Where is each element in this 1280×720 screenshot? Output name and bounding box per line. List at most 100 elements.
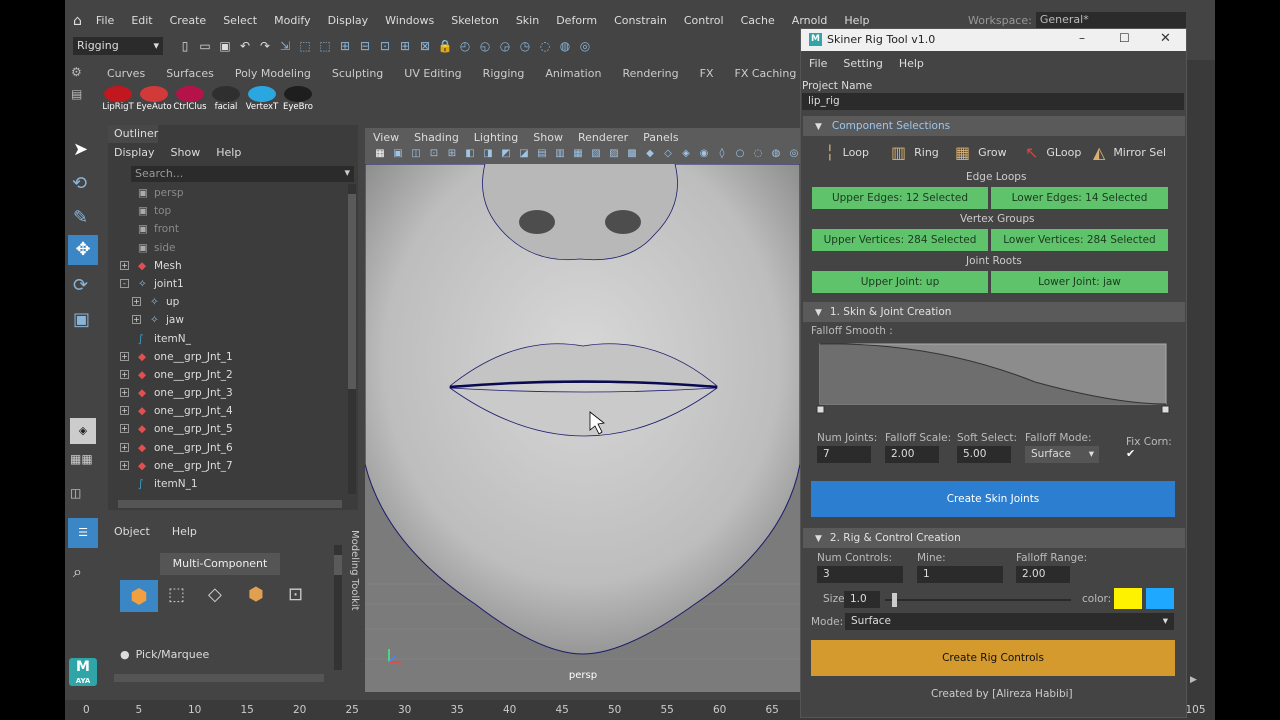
outliner-item[interactable]: + ◆ Mesh [118,257,343,275]
skiner-menu-help[interactable]: Help [899,57,924,70]
tool-button-mirror-sel[interactable]: ◭ Mirror Sel [1093,143,1166,162]
mode-dropdown[interactable]: Surface ▾ [845,613,1174,630]
expand-icon[interactable]: + [120,460,129,470]
expand-icon[interactable]: + [120,424,129,434]
uv-mode-icon[interactable]: ⊡ [288,584,303,605]
tool-button-gloop[interactable]: ↖ GLoop [1025,143,1081,162]
render-icon[interactable]: ◴ [457,38,473,54]
viewport-menu-lighting[interactable]: Lighting [474,131,518,144]
outliner-item[interactable]: + ◆ one__grp_Jnt_5 [118,420,343,438]
new-scene-icon[interactable]: ▯ [177,38,193,54]
menu-edit[interactable]: Edit [131,14,152,27]
color-swatch-secondary[interactable] [1146,588,1174,609]
outliner-item[interactable]: + ✧ up [118,293,343,311]
redo-icon[interactable]: ↷ [257,38,273,54]
lower-edges-button[interactable]: Lower Edges: 14 Selected [991,187,1168,209]
shelf-tab-animation[interactable]: Animation [545,67,601,80]
select-tool-icon[interactable]: ➤ [73,139,88,160]
menu-cache[interactable]: Cache [741,14,775,27]
outliner-item[interactable]: + ◆ one__grp_Jnt_1 [118,348,343,366]
menu-arnold[interactable]: Arnold [792,14,828,27]
menu-windows[interactable]: Windows [385,14,434,27]
snap-grid-icon[interactable]: ⊞ [337,38,353,54]
skiner-menu-setting[interactable]: Setting [843,57,882,70]
skin-joint-creation-header[interactable]: ▼ 1. Skin & Joint Creation [803,302,1185,322]
outliner-item[interactable]: ▣ front [118,220,343,238]
outliner-layout-icon[interactable]: ☰ [68,518,98,548]
num-joints-field[interactable]: 7 [817,446,871,463]
viewport-tool-icon[interactable]: ◎ [787,146,801,162]
menu-help[interactable]: Help [844,14,869,27]
shelf-button-1[interactable]: EyeAuto [136,86,172,112]
outliner-item[interactable]: + ◆ one__grp_Jnt_6 [118,439,343,457]
viewport-tool-icon[interactable]: ◍ [769,146,783,162]
search-icon[interactable]: ⌕ [73,562,82,582]
upper-edges-button[interactable]: Upper Edges: 12 Selected [812,187,988,209]
paint-select-icon[interactable]: ◍ [557,38,573,54]
viewport-tool-icon[interactable]: ▤ [535,146,549,162]
snap-point-icon[interactable]: ⊡ [377,38,393,54]
outliner-item[interactable]: ▣ persp [118,184,343,202]
menu-select[interactable]: Select [223,14,257,27]
snap-curve-icon[interactable]: ⊟ [357,38,373,54]
menu-create[interactable]: Create [170,14,207,27]
outliner-menu-show[interactable]: Show [171,146,201,159]
fix-corn-checkbox[interactable]: ✔ [1126,448,1138,460]
mtk-menu-object[interactable]: Object [114,525,150,538]
menu-skin[interactable]: Skin [516,14,539,27]
viewport-tool-icon[interactable]: ▦ [373,146,387,162]
layout-single-icon[interactable]: ◈ [70,418,96,444]
undo-icon[interactable]: ↶ [237,38,253,54]
viewport-tool-icon[interactable]: ◊ [715,146,729,162]
viewport-menu-view[interactable]: View [373,131,399,144]
menu-modify[interactable]: Modify [274,14,310,27]
scale-tool-icon[interactable]: ▣ [73,309,90,330]
viewport-tool-icon[interactable]: ◈ [679,146,693,162]
shelf-button-2[interactable]: CtrlClus [172,86,208,112]
viewport-tool-icon[interactable]: ⊡ [427,146,441,162]
lower-vertices-button[interactable]: Lower Vertices: 284 Selected [991,229,1168,251]
outliner-item[interactable]: ▣ side [118,239,343,257]
shelf-tab-fx[interactable]: FX [700,67,714,80]
viewport-menu-shading[interactable]: Shading [414,131,459,144]
face-mode-icon[interactable]: ⬢ [248,584,264,605]
upper-vertices-button[interactable]: Upper Vertices: 284 Selected [812,229,988,251]
render-settings-icon[interactable]: ◶ [497,38,513,54]
shelf-button-5[interactable]: EyeBro [280,86,316,112]
layout-two-icon[interactable]: ◫ [70,486,81,500]
viewport-tool-icon[interactable]: ○ [733,146,747,162]
viewport-canvas[interactable]: persp [365,164,800,692]
collapse-icon[interactable]: - [120,278,129,288]
outliner-item[interactable]: + ◆ one__grp_Jnt_2 [118,366,343,384]
outliner-menu-help[interactable]: Help [216,146,241,159]
viewport-tool-icon[interactable]: ▣ [391,146,405,162]
edge-mode-icon[interactable]: ◇ [208,584,222,605]
expand-icon[interactable]: + [120,260,129,270]
size-slider[interactable] [885,593,1071,607]
ipr-icon[interactable]: ◵ [477,38,493,54]
falloff-key-start[interactable] [816,405,825,414]
shelf-tab-fx-caching[interactable]: FX Caching [735,67,797,80]
open-scene-icon[interactable]: ▭ [197,38,213,54]
home-icon[interactable]: ⌂ [73,13,82,29]
mode-dropdown[interactable]: Rigging ▾ [73,37,163,55]
hypershade-icon[interactable]: ◷ [517,38,533,54]
skiner-menu-file[interactable]: File [809,57,827,70]
shelf-tab-surfaces[interactable]: Surfaces [166,67,214,80]
menu-file[interactable]: File [96,14,114,27]
outliner-item[interactable]: + ✧ jaw [118,311,343,329]
menu-skeleton[interactable]: Skeleton [451,14,499,27]
shelf-tab-rigging[interactable]: Rigging [483,67,525,80]
outliner-item[interactable]: ∫ itemN_ [118,330,343,348]
mtk-hscroll[interactable] [114,674,324,682]
expand-icon[interactable]: + [120,388,129,398]
viewport-tool-icon[interactable]: ▨ [607,146,621,162]
create-skin-joints-button[interactable]: Create Skin Joints [811,481,1175,517]
minimize-icon[interactable]: – [1079,31,1085,45]
menu-constrain[interactable]: Constrain [614,14,667,27]
workspace-value[interactable]: General* [1035,12,1186,28]
shelf-button-3[interactable]: facial [208,86,244,112]
shelf-tab-poly-modeling[interactable]: Poly Modeling [235,67,311,80]
layout-quad-icon[interactable]: ▦▦ [70,452,93,466]
expand-icon[interactable]: + [132,315,141,325]
